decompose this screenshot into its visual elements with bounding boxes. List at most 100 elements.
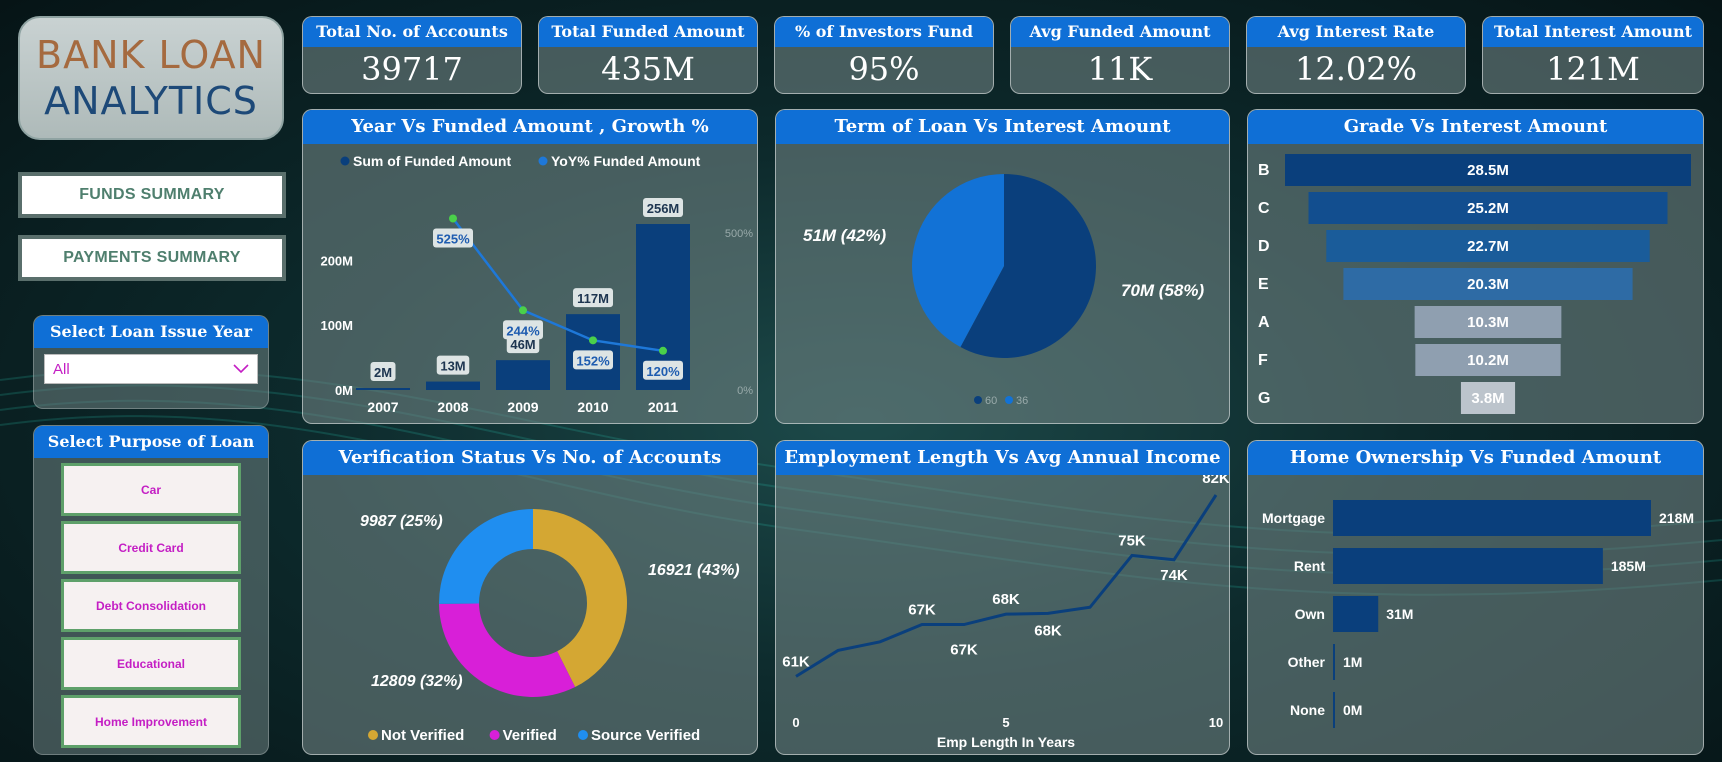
slice-label-60: 70M (58%) bbox=[1121, 281, 1204, 300]
kpi-label: Avg Funded Amount bbox=[1011, 17, 1229, 47]
category-label: Own bbox=[1295, 606, 1325, 622]
kpi-card-avg-funded-amount: Avg Funded Amount 11K bbox=[1010, 16, 1230, 94]
bar-label-2008: 13M bbox=[440, 359, 465, 374]
bar-label-2010: 117M bbox=[577, 291, 609, 306]
y-tick-label: 100M bbox=[320, 318, 353, 333]
point-label-6: 68K bbox=[1034, 622, 1062, 639]
value-label: 218M bbox=[1659, 510, 1694, 526]
verification-status-panel: Verification Status Vs No. of Accounts 1… bbox=[302, 440, 758, 755]
verification-status-chart: 16921 (43%) 12809 (32%) 9987 (25%) Not Veri… bbox=[360, 509, 740, 744]
legend-label: YoY% Funded Amount bbox=[551, 153, 701, 169]
grade-label-B: B bbox=[1258, 162, 1270, 179]
legend-marker-0 bbox=[368, 730, 378, 740]
kpi-value: 121M bbox=[1546, 50, 1640, 88]
panel-title: Term of Loan Vs Interest Amount bbox=[776, 110, 1229, 144]
panel-title: Employment Length Vs Avg Annual Income bbox=[776, 441, 1229, 475]
point-label-3: 67K bbox=[908, 602, 936, 619]
bar-label-2009: 46M bbox=[510, 337, 535, 352]
purpose-button-credit-card[interactable]: Credit Card bbox=[61, 521, 241, 574]
point-label-5: 68K bbox=[992, 591, 1020, 608]
yoy-label-2010: 152% bbox=[576, 353, 610, 368]
bar-own bbox=[1333, 596, 1379, 632]
grade-label-F: F bbox=[1258, 352, 1268, 369]
kpi-value: 95% bbox=[848, 50, 920, 88]
yoy-label-2011: 120% bbox=[646, 364, 680, 379]
funnel-value-E: 20.3M bbox=[1467, 276, 1509, 293]
purpose-button-home-improvement[interactable]: Home Improvement bbox=[61, 695, 241, 748]
bar-label-2007: 2M bbox=[374, 365, 392, 380]
loan-purpose-slicer-title: Select Purpose of Loan bbox=[34, 426, 268, 458]
kpi-card-total-funded-amount: Total Funded Amount 435M bbox=[538, 16, 758, 94]
kpi-value: 39717 bbox=[361, 50, 463, 88]
bar-rent bbox=[1333, 548, 1603, 584]
purpose-button-debt-consolidation[interactable]: Debt Consolidation bbox=[61, 579, 241, 632]
bar-mortgage bbox=[1333, 500, 1651, 536]
funnel-value-G: 3.8M bbox=[1471, 390, 1504, 407]
home-ownership-panel: Home Ownership Vs Funded Amount Mortgage… bbox=[1247, 440, 1704, 755]
donut-label-verified: 12809 (32%) bbox=[371, 673, 463, 690]
y-tick-label: 0M bbox=[335, 383, 353, 398]
bar-other bbox=[1333, 644, 1335, 680]
chevron-down-icon bbox=[233, 364, 249, 374]
loan-purpose-slicer: Select Purpose of Loan Car Credit Card D… bbox=[33, 425, 269, 755]
point-label-10: 82K bbox=[1202, 475, 1230, 487]
category-label: Other bbox=[1288, 654, 1326, 670]
kpi-label: Avg Interest Rate bbox=[1247, 17, 1465, 47]
legend-label-1: Verified bbox=[503, 727, 557, 744]
grade-label-G: G bbox=[1258, 390, 1270, 407]
loan-issue-year-slicer-title: Select Loan Issue Year bbox=[34, 316, 268, 348]
kpi-label: % of Investors Fund bbox=[775, 17, 993, 47]
loan-issue-year-dropdown[interactable]: All bbox=[44, 354, 258, 384]
logo-line-2: ANALYTICS bbox=[44, 79, 258, 123]
category-label: Rent bbox=[1294, 558, 1325, 574]
kpi-value: 11K bbox=[1087, 50, 1153, 88]
value-label: 0M bbox=[1343, 702, 1362, 718]
term-vs-interest-chart: 70M (58%) 51M (42%) 60 36 bbox=[803, 174, 1204, 407]
x-tick-label: 10 bbox=[1209, 715, 1223, 730]
panel-title: Year Vs Funded Amount , Growth % bbox=[303, 110, 757, 144]
legend-marker-60 bbox=[974, 396, 982, 404]
value-label: 1M bbox=[1343, 654, 1362, 670]
employment-length-panel: Employment Length Vs Avg Annual Income 6… bbox=[775, 440, 1230, 755]
x-tick-label: 2011 bbox=[648, 399, 679, 415]
point-label-8: 75K bbox=[1118, 532, 1146, 549]
funnel-value-C: 25.2M bbox=[1467, 200, 1509, 217]
payments-summary-button[interactable]: PAYMENTS SUMMARY bbox=[18, 235, 286, 281]
purpose-button-educational[interactable]: Educational bbox=[61, 637, 241, 690]
funds-summary-button[interactable]: FUNDS SUMMARY bbox=[18, 172, 286, 218]
funnel-value-A: 10.3M bbox=[1467, 314, 1509, 331]
bar-label-2011: 256M bbox=[647, 201, 680, 216]
loan-issue-year-slicer: Select Loan Issue Year All bbox=[33, 315, 269, 409]
legend-label-60: 60 bbox=[985, 395, 997, 407]
panel-title: Verification Status Vs No. of Accounts bbox=[303, 441, 757, 475]
value-label: 185M bbox=[1611, 558, 1646, 574]
grade-label-D: D bbox=[1258, 238, 1270, 255]
bank-loan-analytics-logo: BANK LOAN ANALYTICS bbox=[18, 16, 284, 140]
y-tick-label: 200M bbox=[320, 253, 353, 268]
funnel-value-F: 10.2M bbox=[1467, 352, 1509, 369]
category-label: Mortgage bbox=[1262, 510, 1325, 526]
kpi-value: 435M bbox=[601, 50, 695, 88]
bar-none bbox=[1333, 692, 1335, 728]
legend-label-36: 36 bbox=[1016, 395, 1028, 407]
grade-label-E: E bbox=[1258, 276, 1269, 293]
term-vs-interest-panel: Term of Loan Vs Interest Amount 70M (58%… bbox=[775, 109, 1230, 424]
point-label-9: 74K bbox=[1160, 567, 1188, 584]
logo-line-1: BANK LOAN bbox=[36, 33, 266, 77]
kpi-card-total-interest-amount: Total Interest Amount 121M bbox=[1482, 16, 1704, 94]
x-tick-label: 0 bbox=[792, 715, 799, 730]
kpi-label: Total No. of Accounts bbox=[303, 17, 521, 47]
yoy-line bbox=[452, 217, 664, 353]
y2-tick-label: 500% bbox=[725, 228, 753, 240]
legend-marker-1 bbox=[489, 730, 500, 740]
kpi-card-avg-interest-rate: Avg Interest Rate 12.02% bbox=[1246, 16, 1466, 94]
purpose-button-car[interactable]: Car bbox=[61, 463, 241, 516]
panel-title: Home Ownership Vs Funded Amount bbox=[1248, 441, 1703, 475]
bar-2007 bbox=[356, 388, 410, 390]
x-tick-label: 2008 bbox=[437, 399, 468, 415]
x-tick-label: 2007 bbox=[367, 399, 398, 415]
legend-marker bbox=[340, 156, 350, 166]
x-tick-label: 5 bbox=[1002, 715, 1009, 730]
grade-vs-interest-panel: Grade Vs Interest Amount 28.5M B 25.2M C 22.… bbox=[1247, 109, 1704, 424]
loan-issue-year-value: All bbox=[53, 360, 70, 378]
